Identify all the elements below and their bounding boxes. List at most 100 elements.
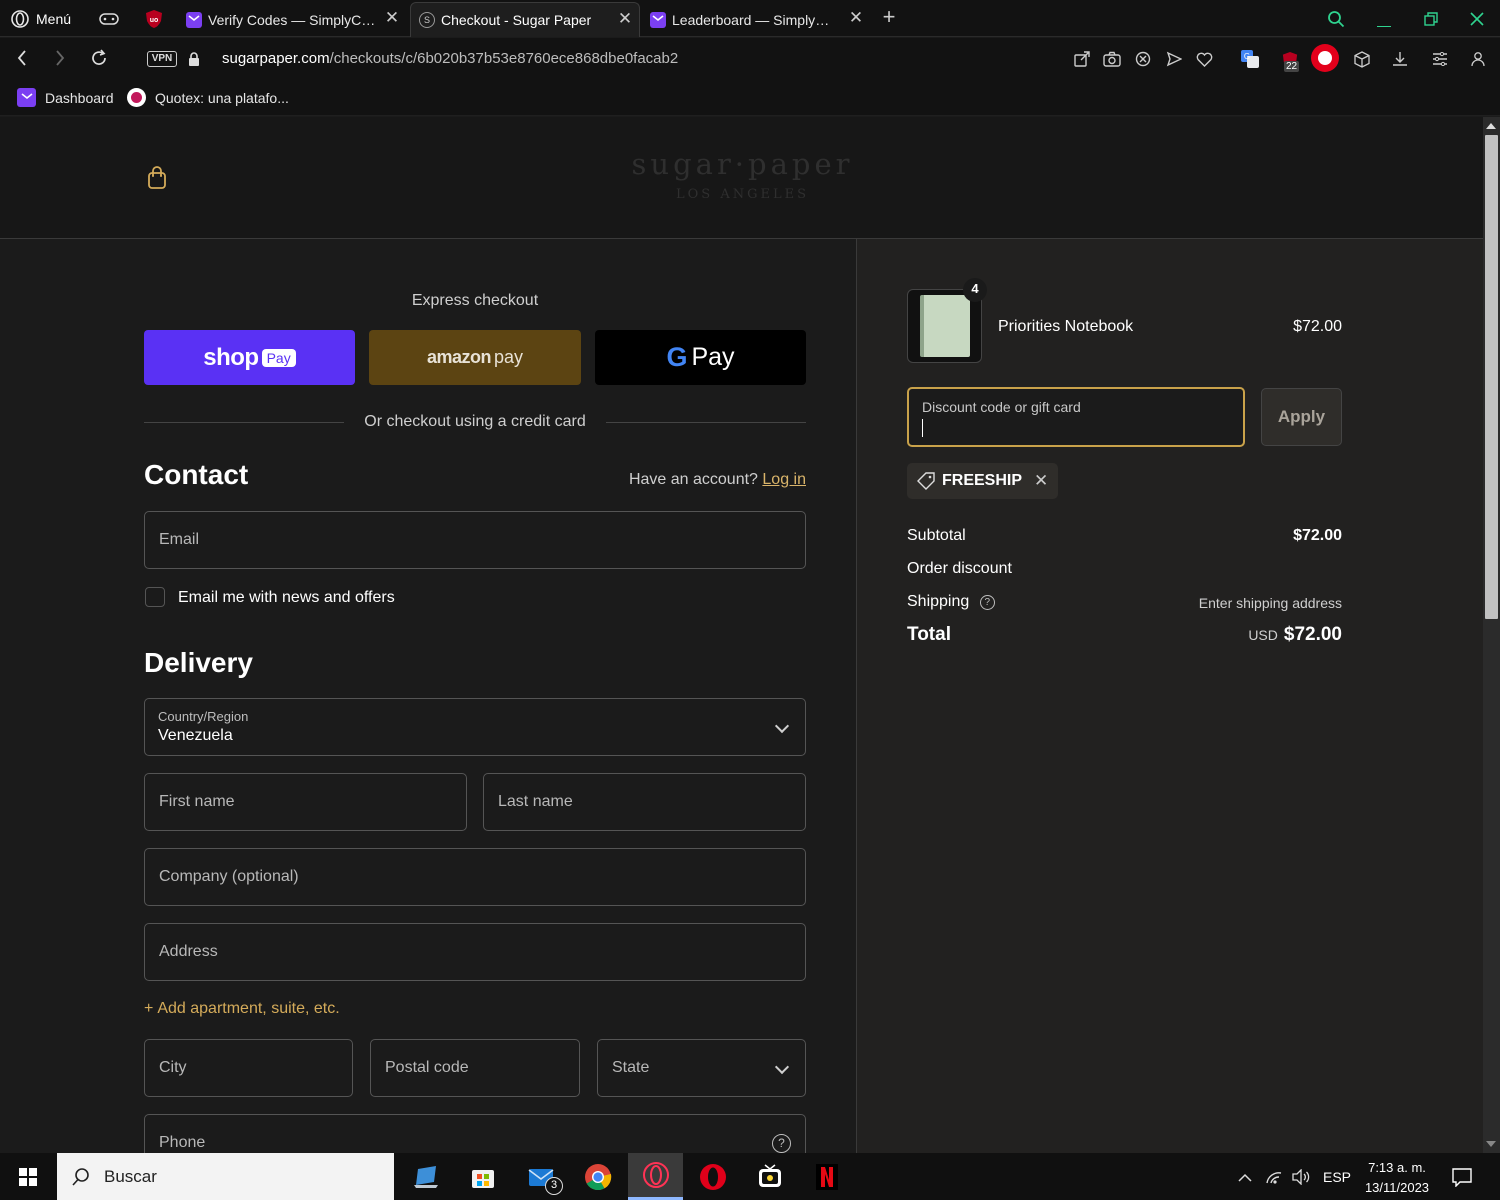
store-logo[interactable]: sugar·paper LOS ANGELES [600,147,885,202]
page-scrollbar[interactable] [1483,117,1500,1153]
address-placeholder: Address [159,943,218,960]
newsletter-checkbox[interactable] [145,587,165,607]
share-icon[interactable] [1072,49,1092,69]
reload-icon[interactable] [89,48,109,68]
new-tab-icon[interactable]: + [878,4,900,29]
order-discount-row: Order discount [907,560,1342,578]
taskbar-search-box[interactable]: Buscar [57,1153,394,1200]
desktop-app-icon[interactable] [408,1159,444,1195]
restore-window-icon[interactable] [1420,8,1442,30]
google-pay-word: Pay [691,343,735,371]
tag-icon [917,472,935,490]
divider-right [606,422,806,423]
shop-pay-button[interactable]: shop Pay [144,330,355,385]
scroll-up-arrow-icon[interactable] [1486,123,1496,129]
vpn-badge[interactable]: VPN [147,51,177,67]
svg-text:uo: uo [150,17,159,24]
minimize-window-icon[interactable] [1373,8,1395,30]
delivery-heading: Delivery [144,647,253,678]
close-tab-icon[interactable]: ✕ [384,9,400,26]
ublock-extension-icon[interactable]: 22 [1278,47,1302,73]
netflix-icon[interactable] [809,1159,845,1195]
help-circle-icon[interactable]: ? [772,1134,791,1153]
vpn-label: VPN [151,53,173,64]
heart-icon[interactable] [1194,49,1214,69]
tab-verify-codes[interactable]: Verify Codes — SimplyCodes ✕ [178,2,406,37]
bookmark-dashboard[interactable]: Dashboard [17,88,114,107]
address-field[interactable]: Address [144,923,806,981]
chrome-icon[interactable] [580,1159,616,1195]
subtotal-value: $72.00 [1293,527,1342,544]
first-name-field[interactable]: First name [144,773,467,831]
forward-icon[interactable] [50,48,70,68]
notifications-icon[interactable] [1450,1165,1474,1189]
ublock-icon[interactable]: uo [145,9,163,29]
notebook-image [919,295,970,357]
close-window-icon[interactable] [1466,8,1488,30]
translate-extension-icon[interactable]: G [1239,48,1261,70]
email-field[interactable]: Email [144,511,806,569]
product-price: $72.00 [1293,318,1342,335]
bookmark-quotex[interactable]: Quotex: una platafo... [127,88,289,107]
send-icon[interactable] [1164,49,1184,69]
opera-menu-button[interactable]: Menú [10,8,71,30]
tab-title: Checkout - Sugar Paper [441,12,592,28]
download-icon[interactable] [1390,49,1410,69]
pluto-tv-icon[interactable] [752,1159,788,1195]
adblock-icon[interactable] [1133,49,1153,69]
shopping-bag-icon[interactable] [146,165,168,191]
city-field[interactable]: City [144,1039,353,1097]
cube-extensions-icon[interactable] [1352,49,1372,69]
language-indicator[interactable]: ESP [1323,1169,1351,1185]
checkout-page: sugar·paper LOS ANGELES Express checkout… [0,117,1483,1153]
scrollbar-thumb[interactable] [1485,135,1498,619]
chevron-up-icon[interactable] [1235,1167,1255,1187]
postal-code-field[interactable]: Postal code [370,1039,580,1097]
search-tabs-icon[interactable] [1325,8,1347,30]
simplycodes-icon [650,11,666,28]
help-circle-icon[interactable]: ? [979,595,995,610]
profile-icon[interactable] [1468,49,1488,69]
last-name-field[interactable]: Last name [483,773,806,831]
product-name: Priorities Notebook [998,318,1134,335]
login-link[interactable]: Log in [762,471,806,488]
amazon-pay-button[interactable]: amazon pay [369,330,581,385]
close-tab-icon[interactable]: ✕ [848,9,864,26]
windows-start-icon[interactable] [10,1159,46,1195]
lock-icon[interactable] [186,50,202,68]
phone-placeholder: Phone [159,1134,206,1151]
volume-icon[interactable] [1290,1167,1312,1187]
bookmark-label: Quotex: una platafo... [155,89,289,106]
url-field[interactable]: sugarpaper.com/checkouts/c/6b020b37b53e8… [222,50,678,67]
browser-tab-bar: Menú uo Verify Codes — SimplyCodes ✕ S C… [0,0,1500,37]
record-extension-icon[interactable] [1311,44,1339,72]
phone-field[interactable]: Phone ? [144,1114,806,1153]
apply-button[interactable]: Apply [1261,388,1342,446]
gamepad-icon[interactable] [99,9,119,29]
opera-icon[interactable] [695,1159,731,1195]
clock[interactable]: 7:13 a. m. 13/11/2023 [1357,1158,1437,1198]
company-field[interactable]: Company (optional) [144,848,806,906]
total-currency: USD [1248,627,1278,643]
plus-icon: + [144,1000,154,1017]
google-pay-button[interactable]: G Pay [595,330,806,385]
country-region-select[interactable]: Country/Region Venezuela [144,698,806,756]
back-icon[interactable] [12,48,32,68]
add-apartment-link[interactable]: + Add apartment, suite, etc. [144,1000,340,1018]
shipping-value: Enter shipping address [1198,595,1342,611]
remove-discount-icon[interactable]: ✕ [1034,471,1048,491]
network-icon[interactable] [1264,1167,1284,1187]
microsoft-store-icon[interactable] [465,1159,501,1195]
opera-gx-taskbar-app[interactable] [628,1153,683,1200]
discount-code-field[interactable]: Discount code or gift card [907,387,1245,447]
mail-app-icon[interactable]: 3 [524,1159,563,1195]
easy-setup-icon[interactable] [1430,49,1450,69]
tab-checkout-sugar-paper[interactable]: S Checkout - Sugar Paper ✕ [410,2,640,37]
snapshot-camera-icon[interactable] [1102,49,1122,69]
state-select[interactable]: State [597,1039,806,1097]
shop-pay-badge: Pay [261,348,296,367]
tab-leaderboard[interactable]: Leaderboard — SimplyCodes ✕ [642,2,870,37]
close-tab-icon[interactable]: ✕ [617,10,633,27]
scroll-down-arrow-icon[interactable] [1486,1141,1496,1147]
tab-title: Verify Codes — SimplyCodes [208,11,378,28]
